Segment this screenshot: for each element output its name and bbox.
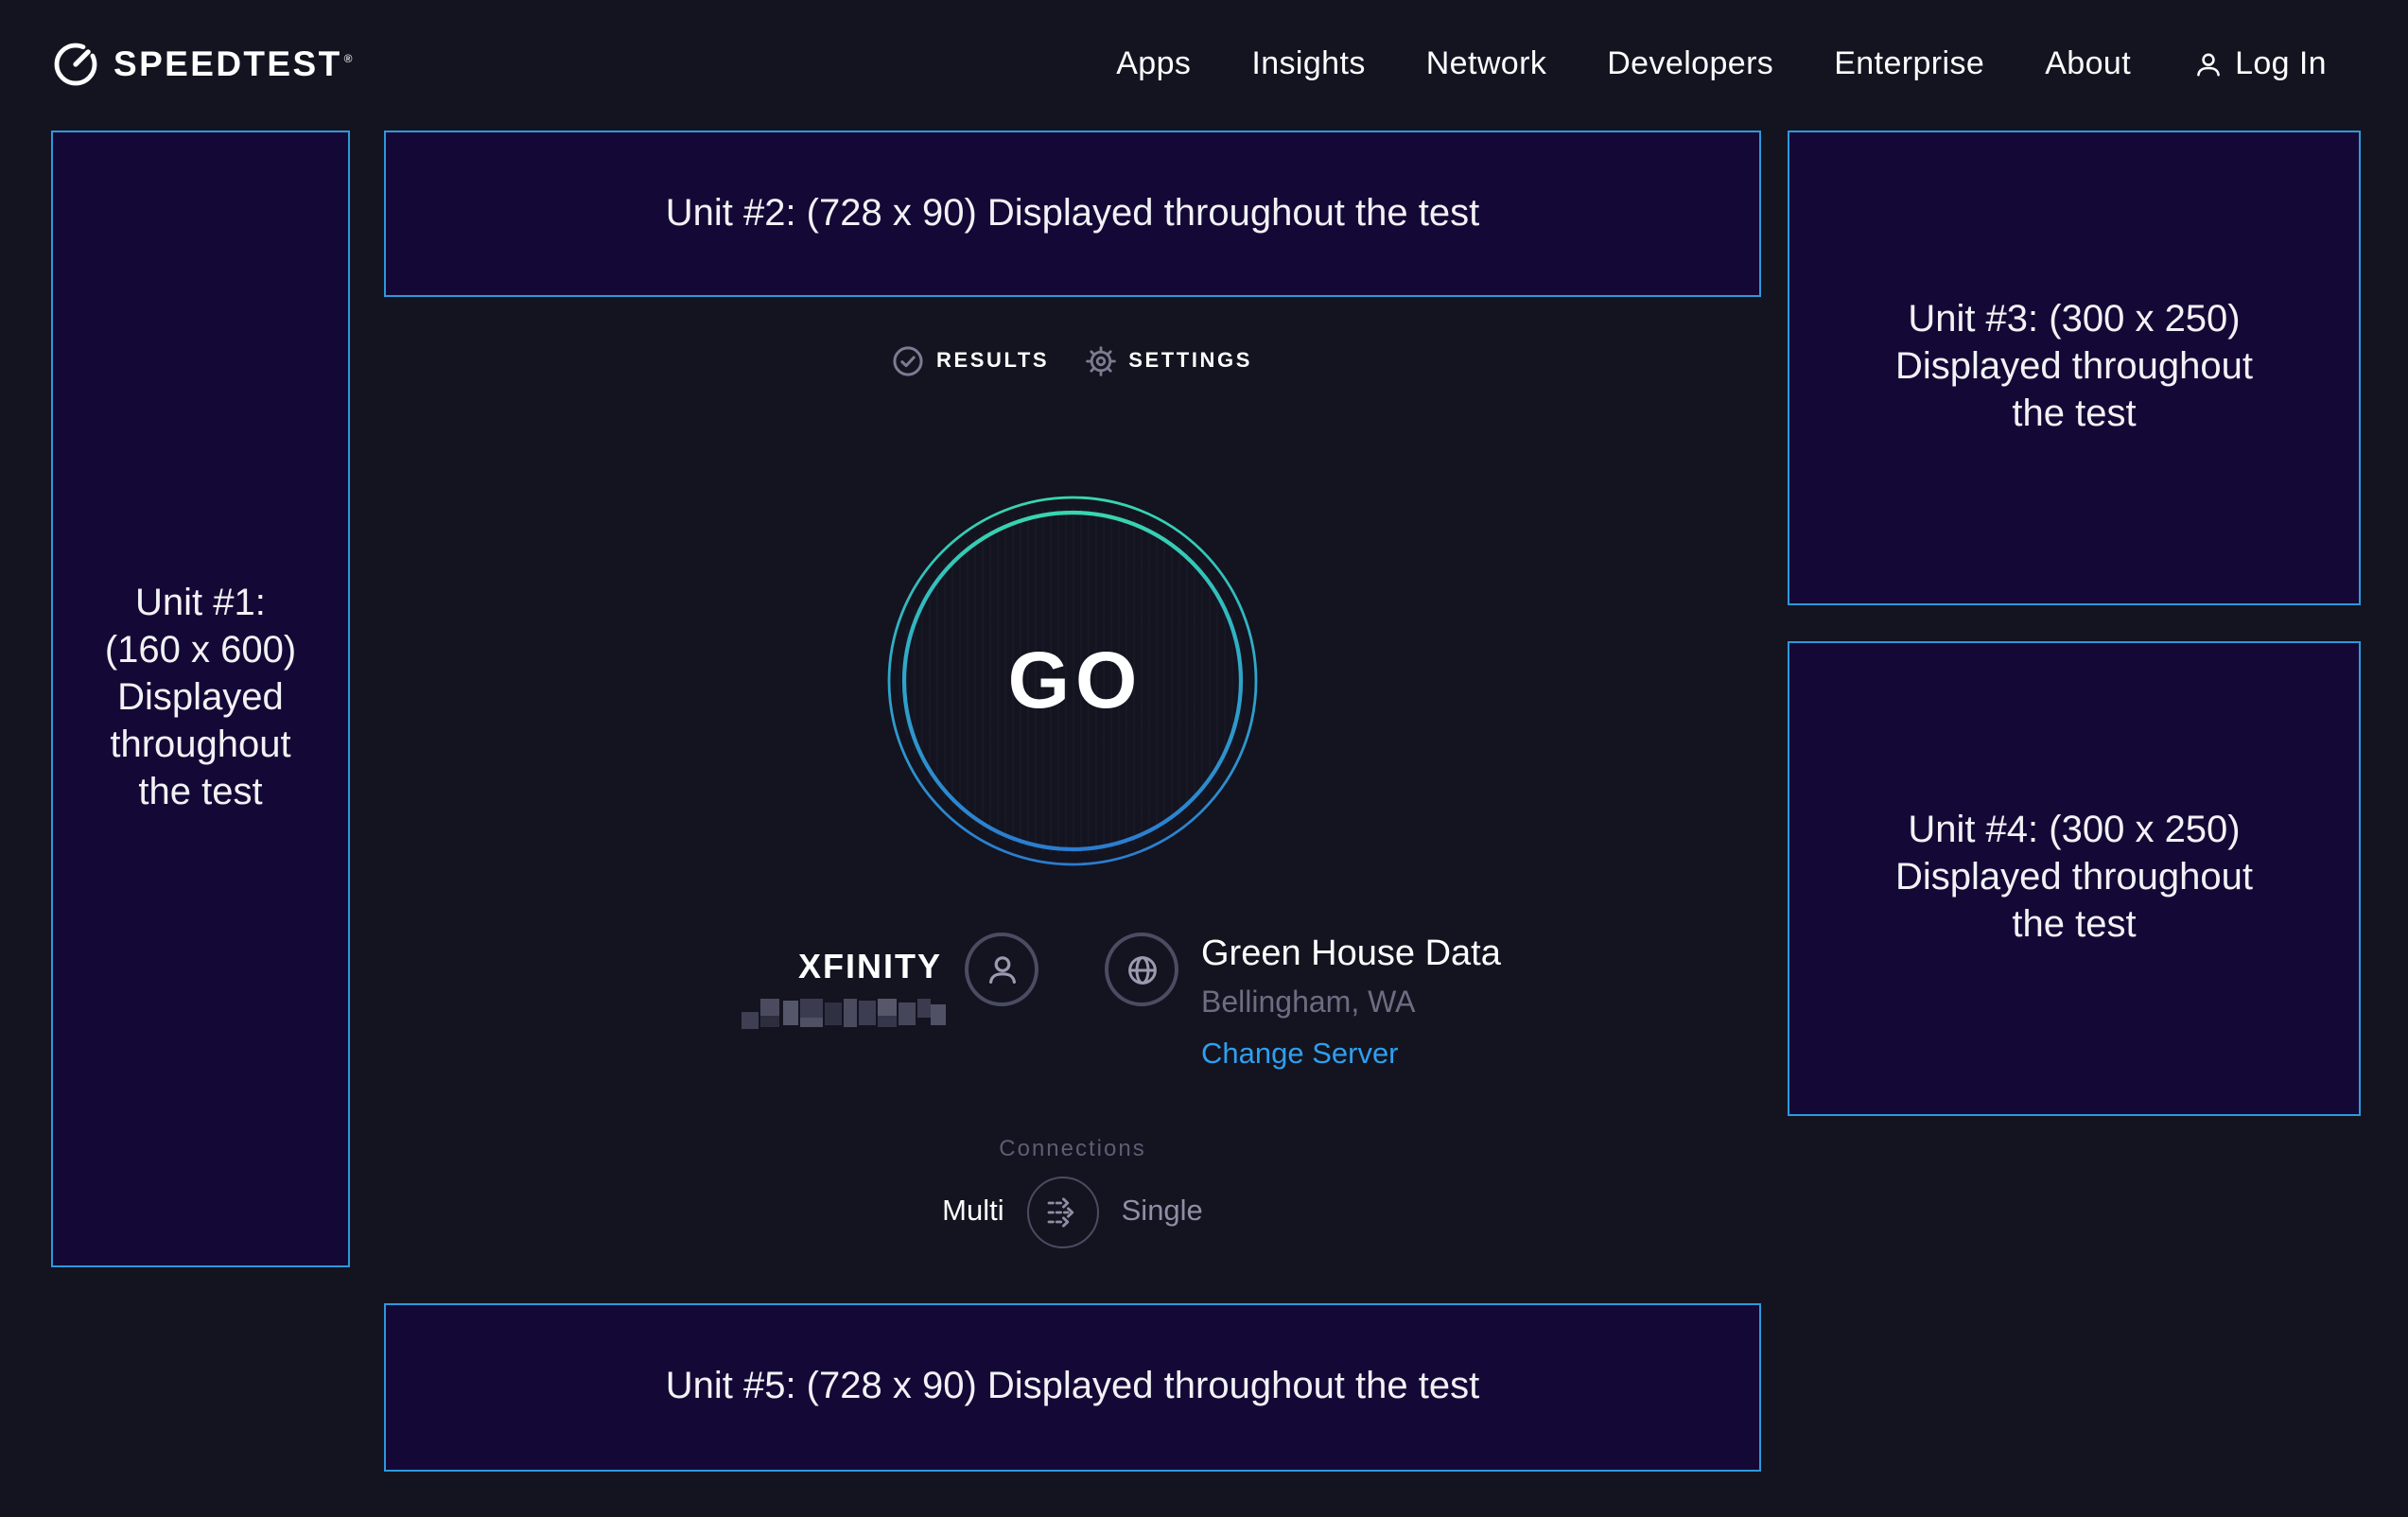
isp-name: XFINITY <box>798 948 942 987</box>
change-server-link[interactable]: Change Server <box>1201 1038 1501 1072</box>
tab-bar: RESULTS <box>384 346 1761 376</box>
isp-person-icon <box>965 933 1038 1006</box>
server-globe-icon <box>1105 933 1178 1006</box>
ad-unit-4-rectangle: Unit #4: (300 x 250) Displayed throughou… <box>1788 641 2361 1116</box>
speedtest-page: SPEEDTEST® Apps Insights Network Develop… <box>0 0 2408 1517</box>
ad-unit-1-skyscraper: Unit #1: (160 x 600) Displayed throughou… <box>51 131 350 1267</box>
connections-toggle-row: Multi Single <box>384 1177 1761 1248</box>
ad-unit-text: Unit #3: (300 x 250) Displayed throughou… <box>1895 297 2253 439</box>
nav-item-enterprise[interactable]: Enterprise <box>1834 45 1984 83</box>
connections-single-option[interactable]: Single <box>1122 1195 1203 1229</box>
server-info: Green House Data Bellingham, WA Change S… <box>1201 934 1501 1072</box>
gear-icon <box>1085 346 1115 376</box>
user-icon <box>2191 48 2224 80</box>
ad-unit-text: Unit #4: (300 x 250) Displayed throughou… <box>1895 808 2253 950</box>
gauge-icon <box>51 40 100 89</box>
login-button[interactable]: Log In <box>2191 45 2327 83</box>
server-name: Green House Data <box>1201 934 1501 976</box>
logo-wordmark: SPEEDTEST® <box>113 44 353 85</box>
check-circle-icon <box>893 346 923 376</box>
connections-label: Connections <box>384 1135 1761 1161</box>
ad-unit-text: Unit #1: (160 x 600) Displayed throughou… <box>105 581 296 817</box>
isp-ip-redacted <box>742 995 946 1038</box>
tab-results[interactable]: RESULTS <box>893 346 1049 376</box>
ad-unit-3-rectangle: Unit #3: (300 x 250) Displayed throughou… <box>1788 131 2361 605</box>
nav-item-about[interactable]: About <box>2045 45 2131 83</box>
speedtest-logo[interactable]: SPEEDTEST® <box>51 0 353 129</box>
trademark-symbol: ® <box>344 55 355 66</box>
speedtest-main: RESULTS <box>384 0 1761 1517</box>
go-button-label: GO <box>887 496 1258 866</box>
connections-multi-option[interactable]: Multi <box>942 1195 1003 1229</box>
server-location: Bellingham, WA <box>1201 987 1501 1021</box>
go-button[interactable]: GO <box>887 496 1258 866</box>
multi-connection-arrows-icon <box>1042 1192 1084 1233</box>
connections-toggle[interactable] <box>1027 1177 1099 1248</box>
tab-settings[interactable]: SETTINGS <box>1085 346 1252 376</box>
